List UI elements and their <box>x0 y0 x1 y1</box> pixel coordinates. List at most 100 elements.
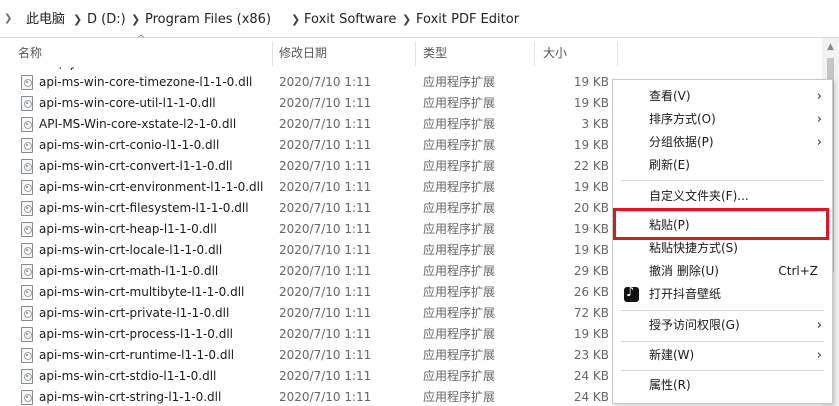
context-menu: 查看(V) › 排序方式(O) › 分组依据(P) › 刷新(E) 自定义文件夹… <box>612 79 833 404</box>
file-name: api-ms-win-crt-runtime-l1-1-0.dll <box>39 348 235 362</box>
dll-file-icon <box>21 180 33 195</box>
column-divider[interactable] <box>617 42 618 66</box>
dll-file-icon <box>21 117 33 132</box>
breadcrumb-separator-icon[interactable]: ❯ <box>402 10 411 30</box>
menu-item-label: 撤消 删除(U) <box>649 264 719 278</box>
breadcrumb-program-files[interactable]: Program Files (x86) <box>145 10 271 30</box>
file-name: api-ms-win-crt-conio-l1-1-0.dll <box>39 138 220 152</box>
menu-item-paste-shortcut[interactable]: 粘贴快捷方式(S) <box>613 237 832 260</box>
menu-item-label: 查看(V) <box>649 89 691 103</box>
breadcrumb-foxit-pdf-editor[interactable]: Foxit PDF Editor <box>416 10 519 30</box>
file-size: 19 KB <box>573 75 609 89</box>
menu-separator <box>621 310 824 311</box>
file-modified-date: 2020/7/10 1:11 <box>279 348 372 362</box>
column-header-date[interactable]: 修改日期 <box>279 38 327 68</box>
file-size: 20 KB <box>573 201 609 215</box>
breadcrumb-separator-icon[interactable]: ❯ <box>291 10 300 30</box>
menu-item-label: 属性(R) <box>649 378 691 392</box>
menu-item-customize-folder[interactable]: 自定义文件夹(F)... <box>613 185 832 208</box>
scroll-up-arrow-icon[interactable]: ▲ <box>822 38 839 56</box>
menu-separator <box>621 180 824 181</box>
dll-file-icon <box>21 306 33 321</box>
file-size: 29 KB <box>573 264 609 278</box>
column-divider[interactable] <box>272 42 273 66</box>
file-size: 24 KB <box>573 390 609 404</box>
menu-item-label: 打开抖音壁纸 <box>649 287 722 301</box>
breadcrumb-separator-icon[interactable]: ❯ <box>73 10 82 30</box>
submenu-arrow-icon: › <box>816 348 822 363</box>
file-modified-date: 2020/7/10 1:11 <box>279 222 372 236</box>
file-size: 26 KB <box>573 285 609 299</box>
dll-file-icon <box>21 390 33 405</box>
file-name: api-ms-win-crt-environment-l1-1-0.dll <box>39 180 264 194</box>
menu-item-label: 排序方式(O) <box>649 112 716 126</box>
paste-highlight-box <box>613 208 829 240</box>
file-modified-date: 2020/7/10 1:11 <box>279 390 372 404</box>
file-type: 应用程序扩展 <box>423 306 496 320</box>
file-size: 23 KB <box>573 348 609 362</box>
breadcrumb-drive-d[interactable]: D (D:) <box>87 10 126 30</box>
menu-item-properties[interactable]: 属性(R) <box>613 374 832 397</box>
menu-item-undo-delete[interactable]: 撤消 删除(U) Ctrl+Z <box>613 260 832 283</box>
file-type: 应用程序扩展 <box>423 201 496 215</box>
file-name: api-ms-win-crt-private-l1-1-0.dll <box>39 306 230 320</box>
file-size: 72 KB <box>573 306 609 320</box>
menu-item-label: 粘贴快捷方式(S) <box>649 241 738 255</box>
column-divider[interactable] <box>415 42 416 66</box>
file-modified-date: 2020/7/10 1:11 <box>279 243 372 257</box>
file-size: 19 KB <box>573 138 609 152</box>
file-name: api-ms-win-core-timezone-l1-1-0.dll <box>39 75 253 89</box>
dll-file-icon <box>21 96 33 111</box>
column-divider[interactable] <box>534 42 535 66</box>
submenu-arrow-icon: › <box>816 112 822 127</box>
chevron-right-icon[interactable]: ❯ <box>4 13 12 25</box>
dll-file-icon <box>21 243 33 258</box>
menu-item-open-tiktok-wallpaper[interactable]: 打开抖音壁纸 <box>613 283 832 306</box>
column-header-type[interactable]: 类型 <box>423 38 447 68</box>
file-modified-date: 2020/7/10 1:11 <box>279 96 372 110</box>
file-size: 22 KB <box>573 159 609 173</box>
column-header-size[interactable]: 大小 <box>543 38 567 68</box>
menu-item-sort[interactable]: 排序方式(O) › <box>613 108 832 131</box>
file-modified-date: 2020/7/10 1:11 <box>279 264 372 278</box>
menu-item-label: 自定义文件夹(F)... <box>649 189 749 203</box>
menu-item-view[interactable]: 查看(V) › <box>613 85 832 108</box>
menu-separator <box>621 370 824 371</box>
file-name: api-ms-win-crt-stdio-l1-1-0.dll <box>39 369 217 383</box>
file-modified-date: 2020/7/10 1:11 <box>279 306 372 320</box>
file-type: 应用程序扩展 <box>423 159 496 173</box>
breadcrumb-foxit-software[interactable]: Foxit Software <box>304 10 396 30</box>
menu-item-refresh[interactable]: 刷新(E) <box>613 154 832 177</box>
file-modified-date: 2020/7/10 1:11 <box>279 159 372 173</box>
file-type: 应用程序扩展 <box>423 222 496 236</box>
file-type: 应用程序扩展 <box>423 138 496 152</box>
file-size: 19 KB <box>573 243 609 257</box>
breadcrumb-separator-icon[interactable]: ❯ <box>131 10 140 30</box>
file-modified-date: 2020/7/10 1:11 <box>279 285 372 299</box>
dll-file-icon <box>21 75 33 90</box>
file-modified-date: 2020/7/10 1:11 <box>279 201 372 215</box>
menu-item-label: 新建(W) <box>649 348 695 362</box>
file-size: 19 KB <box>573 327 609 341</box>
file-type: 应用程序扩展 <box>423 96 496 110</box>
address-bar[interactable]: ❯ 此电脑 ❯ D (D:) ❯ Program Files (x86) ❯ F… <box>0 0 839 38</box>
file-name: api-ms-win-crt-process-l1-1-0.dll <box>39 327 233 341</box>
file-type: 应用程序扩展 <box>423 180 496 194</box>
file-modified-date: 2020/7/10 1:11 <box>279 327 372 341</box>
file-modified-date: 2020/7/10 1:11 <box>279 369 372 383</box>
menu-item-group-by[interactable]: 分组依据(P) › <box>613 131 832 154</box>
column-header-name[interactable]: 名称 <box>18 38 42 68</box>
file-type: 应用程序扩展 <box>423 117 496 131</box>
file-name: API-MS-Win-core-xstate-l2-1-0.dll <box>39 117 237 131</box>
file-name: api-ms-win-crt-string-l1-1-0.dll <box>39 390 222 404</box>
menu-item-grant-access[interactable]: 授予访问权限(G) › <box>613 314 832 337</box>
file-type: 应用程序扩展 <box>423 285 496 299</box>
menu-item-new[interactable]: 新建(W) › <box>613 344 832 367</box>
file-type: 应用程序扩展 <box>423 75 496 89</box>
file-size: 3 KB <box>581 117 609 131</box>
breadcrumb-this-pc[interactable]: 此电脑 <box>26 10 65 30</box>
file-name: api-ms-win-crt-multibyte-l1-1-0.dll <box>39 285 245 299</box>
menu-item-label: 授予访问权限(G) <box>649 318 740 332</box>
dll-file-icon <box>21 327 33 342</box>
column-header-row: 名称 修改日期 类型 大小 <box>0 38 839 68</box>
